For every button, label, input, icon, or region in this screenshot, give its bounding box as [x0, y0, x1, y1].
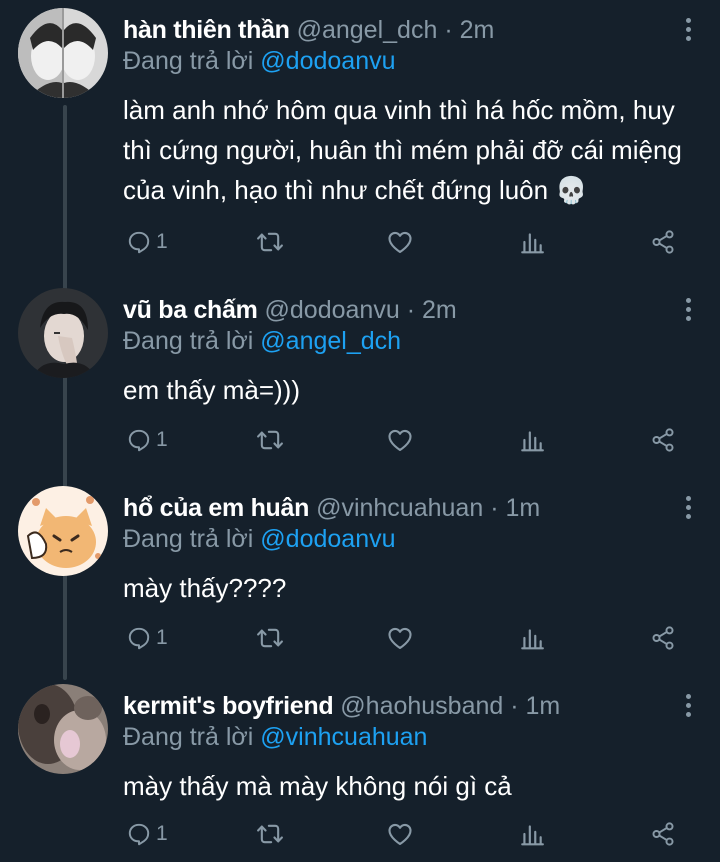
like-icon [386, 820, 414, 848]
replying-to: Đang trả lời @dodoanvu [123, 45, 396, 77]
reply-count: 1 [156, 428, 168, 451]
avatar-man-hand-on-face[interactable] [18, 288, 108, 378]
tweet-header: hổ của em huân @vinhcuahuan · 1m [123, 492, 540, 524]
mention-link[interactable]: @vinhcuahuan [260, 723, 427, 751]
reply-button[interactable]: 1 [126, 618, 168, 658]
tweet-2[interactable]: vũ ba chấm @dodoanvu · 2m Đang trả lời @… [0, 280, 720, 480]
replying-to: Đang trả lời @dodoanvu [123, 523, 396, 555]
reply-icon [126, 625, 152, 651]
analytics-button[interactable] [519, 814, 545, 854]
tweet-header: kermit's boyfriend @haohusband · 1m [123, 690, 560, 722]
analytics-icon [519, 625, 545, 651]
retweet-icon [256, 228, 284, 256]
mention-link[interactable]: @dodoanvu [260, 47, 395, 75]
share-icon [650, 821, 676, 847]
reply-count: 1 [156, 626, 168, 649]
tweet-3[interactable]: hổ của em huân @vinhcuahuan · 1m Đang tr… [0, 478, 720, 678]
timestamp[interactable]: · 2m [444, 16, 494, 44]
replying-to-label: Đang trả lời [123, 525, 254, 553]
tweet-text: mày thấy mà mày không nói gì cả [123, 771, 512, 801]
timestamp[interactable]: · 1m [510, 692, 560, 720]
retweet-button[interactable] [256, 618, 284, 658]
username[interactable]: @dodoanvu [265, 296, 400, 324]
share-button[interactable] [650, 814, 676, 854]
analytics-button[interactable] [519, 618, 545, 658]
tweet-actions: 1 [0, 222, 720, 262]
avatar-mirror-portrait[interactable] [18, 8, 108, 98]
retweet-button[interactable] [256, 814, 284, 854]
tweet-actions: 1 [0, 618, 720, 658]
more-options-icon[interactable] [682, 694, 694, 720]
share-icon [650, 427, 676, 453]
display-name[interactable]: hàn thiên thần [123, 16, 290, 44]
username[interactable]: @vinhcuahuan [316, 494, 483, 522]
retweet-icon [256, 426, 284, 454]
username[interactable]: @haohusband [340, 692, 503, 720]
tweet-text: em thấy mà=))) [123, 375, 300, 405]
share-icon [650, 229, 676, 255]
share-icon [650, 625, 676, 651]
analytics-icon [519, 427, 545, 453]
share-button[interactable] [650, 618, 676, 658]
like-icon [386, 426, 414, 454]
reply-count: 1 [156, 230, 168, 253]
more-options-icon[interactable] [682, 298, 694, 324]
analytics-icon [519, 821, 545, 847]
tweet-actions: 1 [0, 420, 720, 460]
more-options-icon[interactable] [682, 496, 694, 522]
tweet-text: làm anh nhớ hôm qua vinh thì há hốc mồm,… [123, 95, 682, 205]
display-name[interactable]: hổ của em huân [123, 494, 309, 522]
mention-link[interactable]: @angel_dch [260, 327, 401, 355]
mention-link[interactable]: @dodoanvu [260, 525, 395, 553]
reply-button[interactable]: 1 [126, 222, 168, 262]
analytics-icon [519, 229, 545, 255]
analytics-button[interactable] [519, 420, 545, 460]
reply-count: 1 [156, 822, 168, 845]
reply-button[interactable]: 1 [126, 814, 168, 854]
tweet-1[interactable]: hàn thiên thần @angel_dch · 2m Đang trả … [0, 0, 720, 290]
tweet-4[interactable]: kermit's boyfriend @haohusband · 1m Đang… [0, 676, 720, 862]
replying-to: Đang trả lời @vinhcuahuan [123, 721, 427, 753]
replying-to: Đang trả lời @angel_dch [123, 325, 401, 357]
share-button[interactable] [650, 420, 676, 460]
avatar-blurry-cat[interactable] [18, 684, 108, 774]
timestamp[interactable]: · 1m [490, 494, 540, 522]
reply-icon [126, 821, 152, 847]
like-button[interactable] [386, 222, 414, 262]
reply-icon [126, 229, 152, 255]
avatar-cartoon-cat[interactable] [18, 486, 108, 576]
replying-to-label: Đang trả lời [123, 327, 254, 355]
replying-to-label: Đang trả lời [123, 723, 254, 751]
tweet-header: hàn thiên thần @angel_dch · 2m [123, 14, 494, 46]
share-button[interactable] [650, 222, 676, 262]
display-name[interactable]: vũ ba chấm [123, 296, 258, 324]
timestamp[interactable]: · 2m [407, 296, 457, 324]
username[interactable]: @angel_dch [297, 16, 438, 44]
like-button[interactable] [386, 618, 414, 658]
reply-button[interactable]: 1 [126, 420, 168, 460]
replying-to-label: Đang trả lời [123, 47, 254, 75]
tweet-header: vũ ba chấm @dodoanvu · 2m [123, 294, 457, 326]
reply-icon [126, 427, 152, 453]
like-button[interactable] [386, 420, 414, 460]
like-icon [386, 228, 414, 256]
more-options-icon[interactable] [682, 18, 694, 44]
display-name[interactable]: kermit's boyfriend [123, 692, 334, 720]
tweet-text: mày thấy???? [123, 573, 287, 603]
reply-thread: hàn thiên thần @angel_dch · 2m Đang trả … [0, 0, 720, 862]
retweet-icon [256, 624, 284, 652]
like-button[interactable] [386, 814, 414, 854]
retweet-button[interactable] [256, 420, 284, 460]
tweet-actions: 1 [0, 814, 720, 854]
like-icon [386, 624, 414, 652]
retweet-icon [256, 820, 284, 848]
analytics-button[interactable] [519, 222, 545, 262]
retweet-button[interactable] [256, 222, 284, 262]
